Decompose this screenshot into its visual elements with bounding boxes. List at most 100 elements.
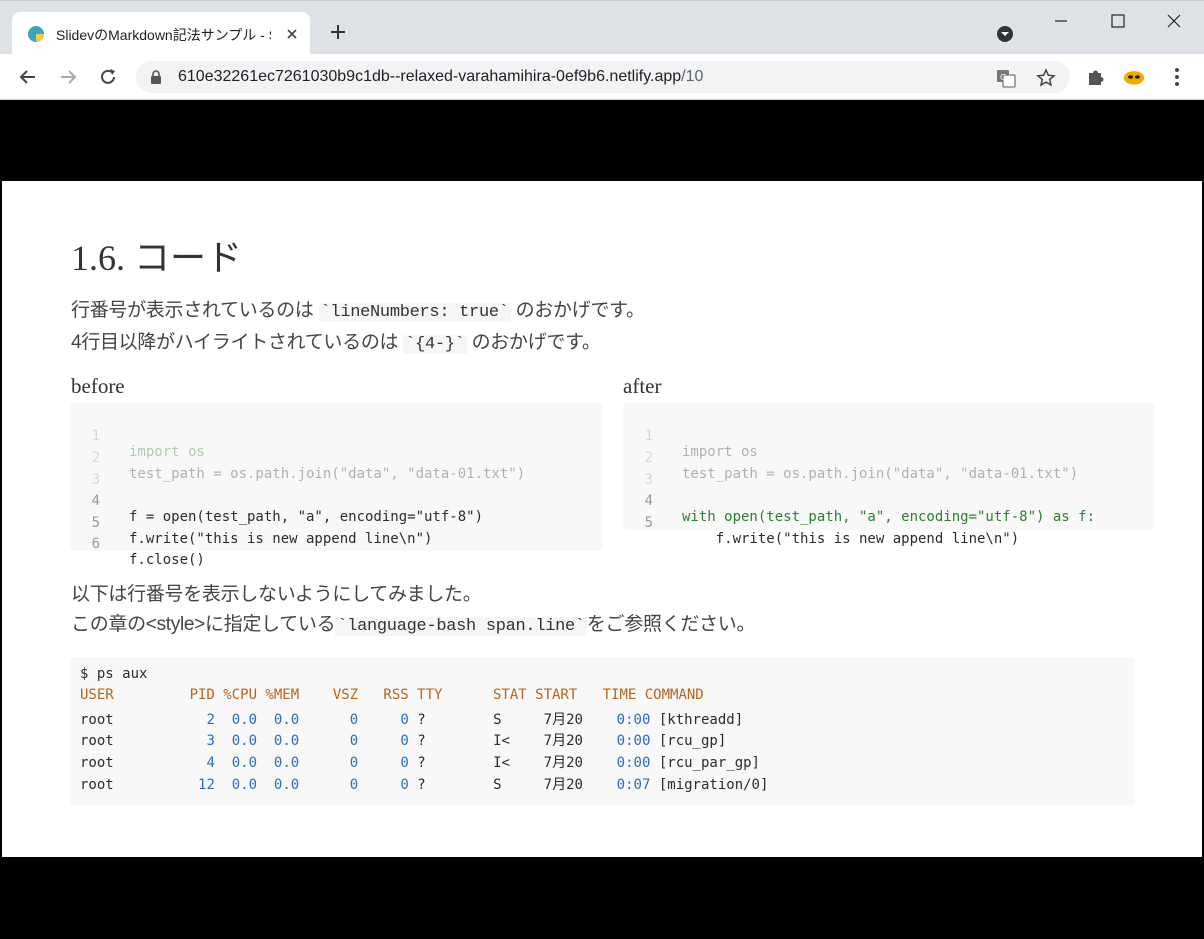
bash-cell-vsz: 0 <box>307 712 359 728</box>
bash-cell-sep <box>299 733 307 749</box>
bash-header-row: USER PID %CPU %MEM VSZ RSS TTY STAT STAR… <box>80 687 704 703</box>
code-line: 4 f = open(test_path, "a", encoding="utf… <box>70 477 483 525</box>
bash-cell-tty: ? <box>417 712 494 728</box>
line1-inline-code: `lineNumbers: true` <box>318 303 511 322</box>
bash-cell-rss: 0 <box>366 733 409 749</box>
line4-text-post: をご参照ください。 <box>586 614 756 635</box>
bash-cell-start: 7月20 <box>543 733 592 749</box>
code-line: 6 f.close() <box>70 520 205 568</box>
lock-icon[interactable] <box>150 70 162 84</box>
bash-cell-user: root <box>80 755 182 771</box>
bash-cell-sep <box>409 777 417 793</box>
slide-heading: 1.6. コード <box>71 238 243 278</box>
active-tab[interactable]: SlidevのMarkdown記法サンプル - S <box>12 12 310 55</box>
code-text: f = open(test_path, "a", encoding="utf-8… <box>129 509 484 525</box>
maximize-icon[interactable] <box>1105 11 1131 31</box>
new-tab-plus-icon[interactable] <box>327 21 349 43</box>
bash-cell-stat: I< <box>493 733 544 749</box>
bash-cell-cpu: 0.0 <box>223 777 258 793</box>
bash-cell-cmd: [migration/0] <box>658 777 769 793</box>
after-label: after <box>623 374 662 398</box>
bash-cell-start: 7月20 <box>543 777 592 793</box>
bash-cell-vsz: 0 <box>307 777 359 793</box>
bash-cell-time: 0:07 <box>591 777 651 793</box>
bash-cell-sep <box>650 712 658 728</box>
code-line: 3 <box>623 456 674 488</box>
reload-icon[interactable] <box>98 67 118 87</box>
bash-cell-pid: 12 <box>181 777 215 793</box>
line-number: 6 <box>91 536 100 552</box>
before-label: before <box>71 374 125 398</box>
bash-cell-stat: I< <box>493 755 544 771</box>
forward-arrow-icon[interactable] <box>58 67 78 87</box>
extension-avatar-icon[interactable] <box>1123 66 1145 88</box>
svg-text:G: G <box>1000 73 1006 82</box>
translate-icon[interactable]: G <box>996 68 1016 88</box>
bash-cell-user: root <box>80 733 182 749</box>
bash-cell-sep <box>358 712 366 728</box>
code-line: 3 <box>70 456 121 488</box>
line2-text-pre: 4行目以降がハイライトされているのは <box>71 332 399 353</box>
bash-cell-mem: 0.0 <box>265 733 300 749</box>
bash-process-row: root 2 0.0 0.0 0 0 ? S 7月20 0:00 [kthrea… <box>80 709 743 731</box>
window-close-icon[interactable] <box>1161 11 1187 31</box>
bash-cell-sep <box>299 755 307 771</box>
extensions-puzzle-icon[interactable] <box>1085 66 1107 88</box>
bookmark-star-icon[interactable] <box>1036 68 1056 88</box>
bash-cell-time: 0:00 <box>591 712 651 728</box>
close-tab-icon[interactable] <box>283 25 301 43</box>
bash-cell-cpu: 0.0 <box>223 755 258 771</box>
line4-inline-code: `language-bash span.line` <box>335 617 587 636</box>
bash-cell-tty: ? <box>417 733 494 749</box>
url-path: /10 <box>681 68 704 85</box>
bash-cell-time: 0:00 <box>591 755 651 771</box>
bash-cell-vsz: 0 <box>307 755 359 771</box>
bash-process-row: root 3 0.0 0.0 0 0 ? I< 7月20 0:00 [rcu_g… <box>80 730 726 752</box>
bash-cell-user: root <box>80 777 182 793</box>
tab-strip: SlidevのMarkdown記法サンプル - S <box>0 0 1204 55</box>
bash-cell-sep <box>358 777 366 793</box>
bash-cell-stat: S <box>493 712 544 728</box>
code-text: f.write("this is new append line\n") <box>129 531 433 547</box>
code-text: with open(test_path, "a", encoding="utf-… <box>682 509 1096 525</box>
code-text: f.write("this is new append line\n") <box>682 531 1020 547</box>
minimize-icon[interactable] <box>1048 11 1074 31</box>
bash-cell-sep <box>650 777 658 793</box>
bash-cell-time: 0:00 <box>591 733 651 749</box>
code-text: f.close() <box>129 552 205 568</box>
code-text: test_path = os.path.join("data", "data-0… <box>682 466 1079 482</box>
description-line-4: この章の<style>に指定している `language-bash span.li… <box>71 609 755 636</box>
code-text: import os <box>682 444 758 460</box>
line1-text-pre: 行番号が表示されているのは <box>71 300 314 321</box>
code-line: 5 f.write("this is new append line\n") <box>623 499 1020 547</box>
bash-cell-sep <box>358 733 366 749</box>
bash-prompt: $ ps aux <box>80 666 148 682</box>
bash-code-block: $ ps aux USER PID %CPU %MEM VSZ RSS TTY … <box>70 657 1135 805</box>
back-arrow-icon[interactable] <box>18 67 38 87</box>
address-bar[interactable]: 610e32261ec7261030b9c1db--relaxed-varaha… <box>136 61 1070 93</box>
browser-menu-icon[interactable] <box>1166 66 1188 88</box>
bash-cell-sep <box>650 733 658 749</box>
code-text: import os <box>129 444 205 460</box>
code-line: 4 with open(test_path, "a", encoding="ut… <box>623 477 1095 525</box>
slidev-favicon-icon <box>28 26 44 42</box>
bash-cell-mem: 0.0 <box>265 712 300 728</box>
line1-text-post: のおかげです。 <box>515 300 645 321</box>
bash-cell-vsz: 0 <box>307 733 359 749</box>
line4-text-pre: この章の<style>に指定している <box>71 614 336 635</box>
line2-text-post: のおかげです。 <box>471 332 601 353</box>
bash-cell-cpu: 0.0 <box>223 733 258 749</box>
bash-cell-pid: 3 <box>181 733 215 749</box>
bash-process-row: root 12 0.0 0.0 0 0 ? S 7月20 0:07 [migra… <box>80 774 768 796</box>
bash-cell-start: 7月20 <box>543 712 592 728</box>
bash-cell-sep <box>358 755 366 771</box>
url-text[interactable]: 610e32261ec7261030b9c1db--relaxed-varaha… <box>178 68 703 86</box>
code-line: 2 test_path = os.path.join("data", "data… <box>623 434 1079 482</box>
browser-toolbar: 610e32261ec7261030b9c1db--relaxed-varaha… <box>0 54 1204 100</box>
description-line-2: 4行目以降がハイライトされているのは `{4-}` のおかげです。 <box>71 327 601 354</box>
bash-cell-tty: ? <box>417 777 494 793</box>
bash-cell-rss: 0 <box>366 777 409 793</box>
tab-search-icon[interactable] <box>995 24 1015 44</box>
after-code-block: 1 import os 2 test_path = os.path.join("… <box>623 403 1155 547</box>
bash-cell-sep <box>299 777 307 793</box>
